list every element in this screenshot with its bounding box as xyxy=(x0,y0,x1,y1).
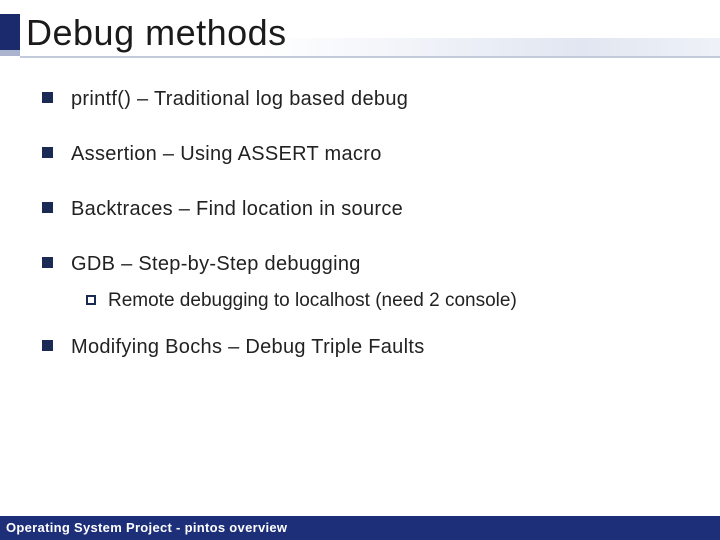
list-item: Assertion – Using ASSERT macro xyxy=(42,141,690,168)
title-shade xyxy=(260,38,720,56)
title-underline xyxy=(20,56,720,58)
list-item: Backtraces – Find location in source xyxy=(42,196,690,223)
list-item-text: Backtraces – Find location in source xyxy=(71,196,690,223)
list-item-text: Assertion – Using ASSERT macro xyxy=(71,141,690,168)
content-area: printf() – Traditional log based debug A… xyxy=(42,86,690,389)
square-bullet-icon xyxy=(42,92,53,103)
title-accent-box xyxy=(0,14,20,50)
footer-text: Operating System Project - pintos overvi… xyxy=(0,516,720,540)
list-item-text: GDB – Step-by-Step debugging xyxy=(71,251,690,278)
list-item: printf() – Traditional log based debug xyxy=(42,86,690,113)
square-bullet-icon xyxy=(42,147,53,158)
square-bullet-icon xyxy=(42,202,53,213)
footer-bar: Operating System Project - pintos overvi… xyxy=(0,516,720,540)
sub-list-item-text: Remote debugging to localhost (need 2 co… xyxy=(108,290,517,312)
square-bullet-icon xyxy=(42,257,53,268)
slide-title: Debug methods xyxy=(26,12,287,54)
list-item-text: Modifying Bochs – Debug Triple Faults xyxy=(71,334,690,361)
list-item-text: printf() – Traditional log based debug xyxy=(71,86,690,113)
title-accent-box-lower xyxy=(0,50,20,56)
list-item: Modifying Bochs – Debug Triple Faults xyxy=(42,334,690,361)
list-item: GDB – Step-by-Step debugging xyxy=(42,251,690,278)
square-bullet-icon xyxy=(42,340,53,351)
square-open-bullet-icon xyxy=(86,295,96,305)
title-bar: Debug methods xyxy=(0,0,720,64)
sub-list-item: Remote debugging to localhost (need 2 co… xyxy=(86,290,690,312)
